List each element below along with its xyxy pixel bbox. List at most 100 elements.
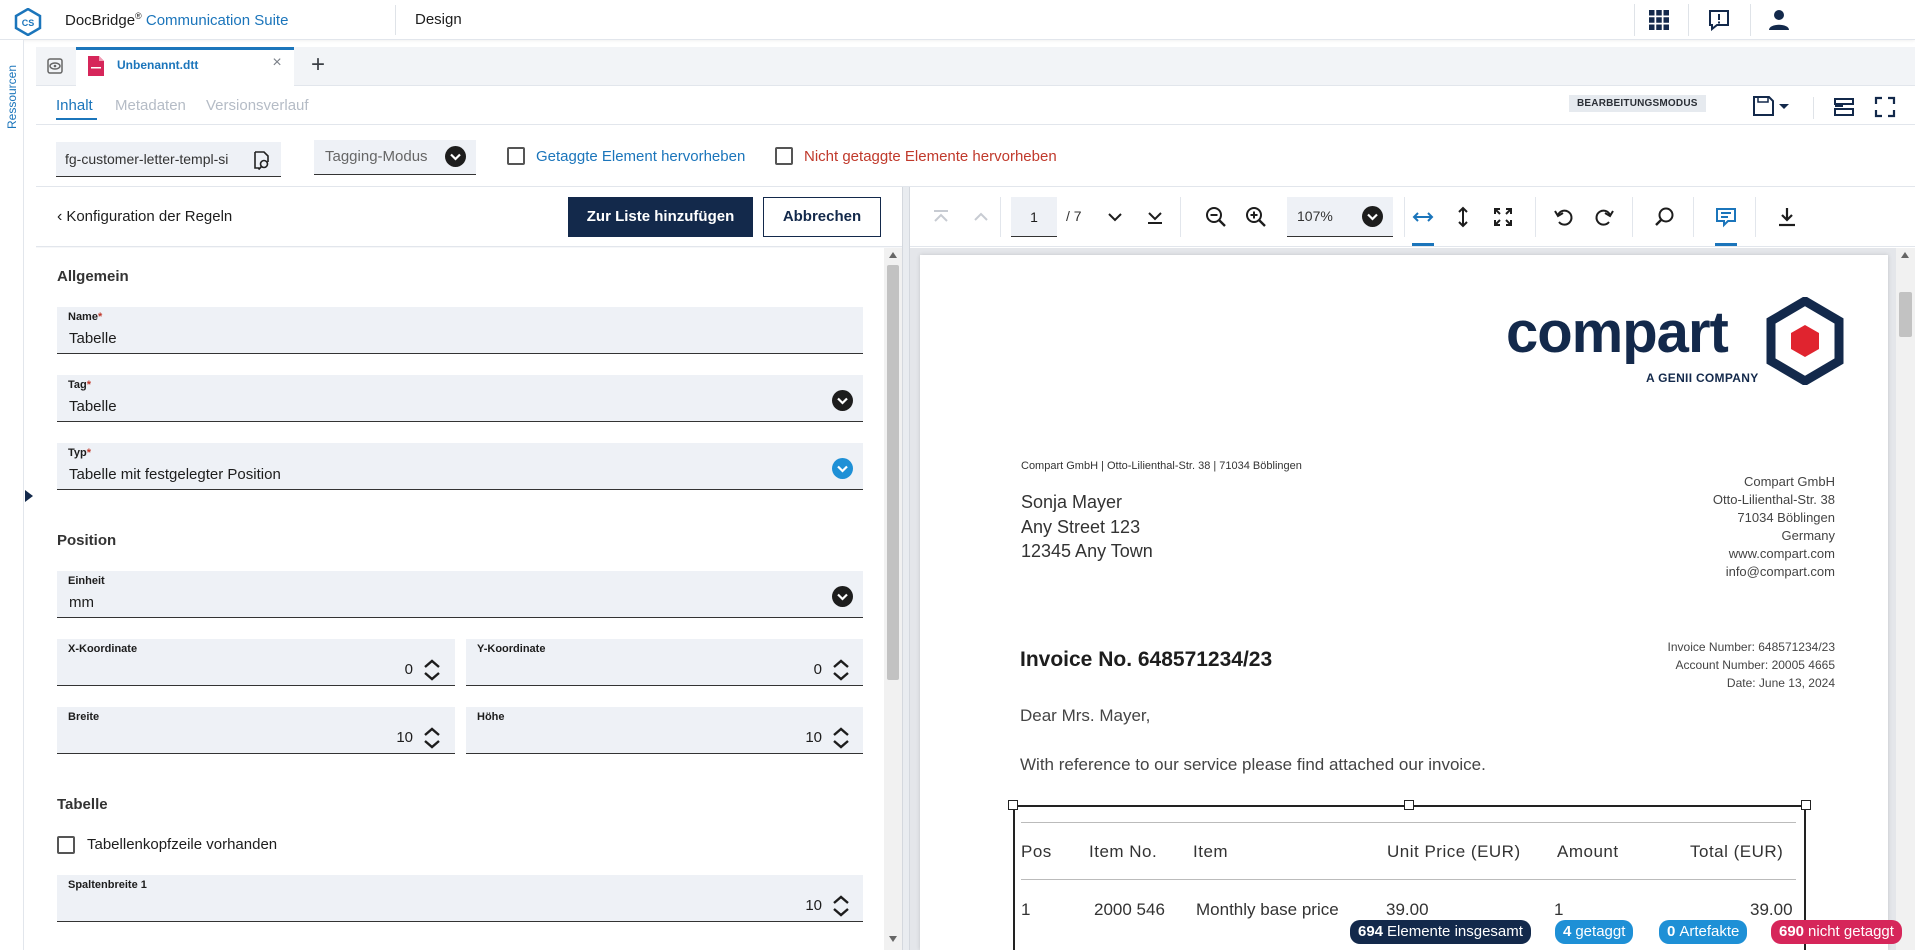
section-general-title: Allgemein: [57, 268, 129, 285]
table-rule: [1021, 822, 1796, 823]
panel-splitter[interactable]: [902, 187, 910, 950]
fit-height-icon[interactable]: [1452, 206, 1474, 228]
subtab-content[interactable]: Inhalt: [56, 97, 93, 114]
first-page-icon[interactable]: [930, 206, 952, 228]
company-logo-icon: [1766, 297, 1844, 385]
tag-select[interactable]: [57, 375, 863, 422]
table-header-cell: Pos: [1021, 842, 1052, 861]
download-icon[interactable]: [1776, 206, 1798, 228]
add-to-list-button[interactable]: Zur Liste hinzufügen: [568, 197, 753, 237]
browse-template-icon[interactable]: [252, 150, 272, 170]
resize-handle[interactable]: [1008, 800, 1018, 810]
rotate-left-icon[interactable]: [1553, 206, 1575, 228]
chevron-down-icon[interactable]: [1362, 206, 1383, 227]
chevron-down-icon[interactable]: [832, 458, 853, 479]
highlight-untagged-checkbox[interactable]: [775, 147, 793, 165]
resize-handle[interactable]: [1801, 800, 1811, 810]
table-header-label[interactable]: Tabellenkopfzeile vorhanden: [87, 836, 277, 853]
tag-field-value[interactable]: Tabelle: [69, 398, 117, 415]
preview-tab-icon[interactable]: [36, 47, 74, 85]
required-marker: *: [86, 379, 92, 391]
y-coordinate-value[interactable]: 0: [762, 661, 822, 678]
column-width-value[interactable]: 10: [762, 897, 822, 914]
rotate-right-icon[interactable]: [1593, 206, 1615, 228]
expand-rail-icon[interactable]: [25, 490, 33, 502]
next-page-icon[interactable]: [1104, 206, 1126, 228]
chevron-down-icon[interactable]: [445, 146, 466, 167]
toolbar-divider: [1535, 197, 1536, 237]
header-divider: [1634, 4, 1635, 36]
viewer-scrollbar-thumb[interactable]: [1899, 292, 1912, 337]
subtab-metadata[interactable]: Metadaten: [115, 97, 186, 114]
fit-page-icon[interactable]: [1492, 206, 1514, 228]
save-menu-icon[interactable]: [1752, 94, 1792, 118]
resources-rail[interactable]: [0, 40, 24, 950]
highlight-tagged-label[interactable]: Getaggte Element hervorheben: [536, 148, 745, 165]
active-subtab-indicator: [56, 118, 97, 120]
scroll-up-icon[interactable]: [888, 251, 898, 259]
page-number-input[interactable]: 1: [1011, 197, 1057, 237]
name-field[interactable]: [57, 307, 863, 354]
subtab-version-history[interactable]: Versionsverlauf: [206, 97, 309, 114]
close-tab-icon[interactable]: ×: [270, 55, 284, 71]
add-tab-button[interactable]: +: [300, 51, 336, 81]
column-width-field[interactable]: [57, 875, 863, 922]
status-artifacts-label: Artefakte: [1679, 923, 1740, 940]
width-label: Breite: [68, 711, 100, 723]
status-tagged-badge[interactable]: 4 getaggt: [1555, 920, 1634, 944]
x-coordinate-value[interactable]: 0: [353, 661, 413, 678]
stepper-icon[interactable]: [832, 894, 850, 918]
cancel-button[interactable]: Abbrechen: [763, 197, 881, 237]
height-value[interactable]: 10: [762, 729, 822, 746]
back-to-rules-link[interactable]: ‹ Konfiguration der Regeln: [57, 208, 232, 226]
scroll-up-icon[interactable]: [1900, 251, 1910, 259]
width-value[interactable]: 10: [353, 729, 413, 746]
fit-width-icon[interactable]: [1412, 206, 1434, 228]
layout-panels-icon[interactable]: [1833, 96, 1855, 118]
search-icon[interactable]: [1654, 206, 1676, 228]
previous-page-icon[interactable]: [970, 206, 992, 228]
zoom-out-icon[interactable]: [1205, 206, 1227, 228]
user-icon[interactable]: [1767, 8, 1791, 32]
company-info-line: Germany: [1781, 528, 1835, 543]
resize-handle[interactable]: [1404, 800, 1414, 810]
fullscreen-icon[interactable]: [1874, 96, 1896, 118]
stepper-icon[interactable]: [423, 726, 441, 750]
zoom-value[interactable]: 107%: [1297, 208, 1333, 224]
form-scrollbar-thumb[interactable]: [887, 265, 899, 680]
chevron-down-icon[interactable]: [832, 586, 853, 607]
resources-rail-label[interactable]: Ressourcen: [5, 61, 19, 133]
annotations-icon[interactable]: [1715, 206, 1737, 228]
company-logo-text: compart: [1506, 300, 1729, 365]
back-label[interactable]: Konfiguration der Regeln: [66, 208, 232, 225]
feedback-icon[interactable]: [1707, 8, 1731, 32]
tagging-mode-value[interactable]: Tagging-Modus: [325, 148, 428, 165]
highlight-tagged-checkbox[interactable]: [507, 147, 525, 165]
chevron-down-icon[interactable]: [832, 390, 853, 411]
status-artifacts-badge[interactable]: 0 Artefakte: [1659, 920, 1748, 944]
status-untagged-badge[interactable]: 690 nicht getaggt: [1771, 920, 1902, 944]
stepper-icon[interactable]: [832, 658, 850, 682]
edit-mode-badge: BEARBEITUNGSMODUS: [1569, 95, 1706, 112]
stepper-icon[interactable]: [423, 658, 441, 682]
scroll-down-icon[interactable]: [888, 935, 898, 943]
annotations-active-indicator: [1715, 243, 1737, 246]
template-select-value[interactable]: fg-customer-letter-templ-si: [65, 151, 245, 167]
unit-select[interactable]: [57, 571, 863, 618]
toolbar-divider: [1693, 197, 1694, 237]
sender-return-address: Compart GmbH | Otto-Lilienthal-Str. 38 |…: [1021, 460, 1302, 472]
viewer-scrollbar[interactable]: [1896, 248, 1915, 950]
table-header-checkbox[interactable]: [57, 836, 75, 854]
name-field-value[interactable]: Tabelle: [69, 330, 117, 347]
app-logo-icon[interactable]: CS: [14, 8, 42, 36]
document-tab-label[interactable]: Unbenannt.dtt: [117, 58, 198, 72]
status-total-badge[interactable]: 694 Elemente insgesamt: [1350, 920, 1531, 944]
stepper-icon[interactable]: [832, 726, 850, 750]
zoom-in-icon[interactable]: [1245, 206, 1267, 228]
status-untagged-label: nicht getaggt: [1808, 923, 1894, 940]
last-page-icon[interactable]: [1144, 206, 1166, 228]
highlight-untagged-label[interactable]: Nicht getaggte Elemente hervorheben: [804, 148, 1057, 165]
apps-grid-icon[interactable]: [1647, 8, 1671, 32]
type-field-value[interactable]: Tabelle mit festgelegter Position: [69, 466, 281, 483]
unit-field-value[interactable]: mm: [69, 594, 94, 611]
